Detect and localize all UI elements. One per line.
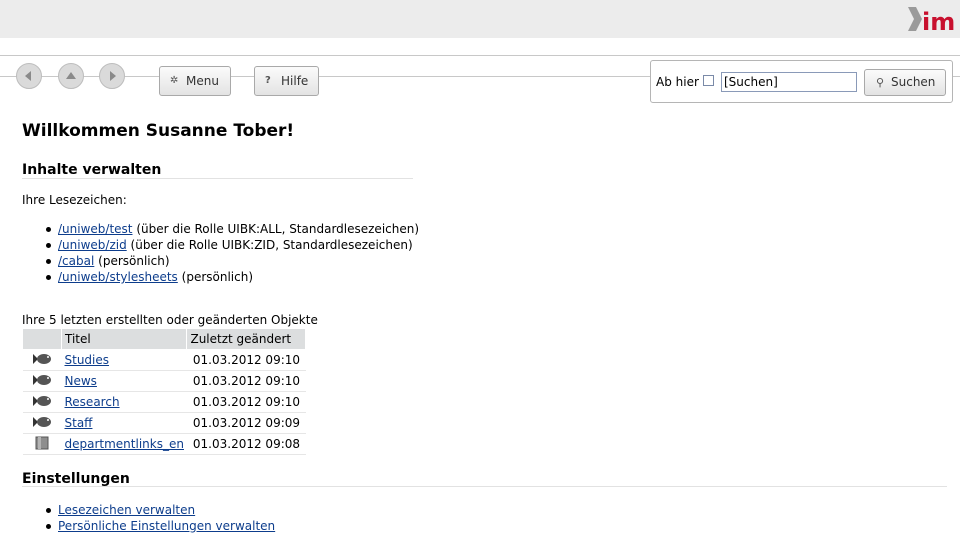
- object-date: 01.03.2012 09:10: [186, 349, 306, 371]
- back-button[interactable]: [16, 63, 42, 89]
- table-row: Studies 01.03.2012 09:10: [22, 349, 306, 371]
- object-title-link[interactable]: Studies: [65, 353, 110, 367]
- search-input[interactable]: [721, 72, 857, 92]
- table-row: departmentlinks_en 01.03.2012 09:08: [22, 433, 306, 455]
- ims-logo: ims: [908, 7, 956, 35]
- bookmark-item: /cabal (persönlich): [40, 253, 419, 269]
- search-icon: ⚲: [876, 76, 885, 89]
- table-row: News 01.03.2012 09:10: [22, 370, 306, 392]
- settings-item: Persönliche Einstellungen verwalten: [40, 518, 275, 534]
- recent-caption: Ihre 5 letzten erstellten oder geänderte…: [22, 313, 318, 327]
- bookmark-link[interactable]: /uniweb/zid: [58, 238, 127, 252]
- search-scope-label: Ab hier: [656, 75, 699, 89]
- object-title-link[interactable]: News: [65, 374, 97, 388]
- toolbar-line-end: [952, 76, 960, 77]
- fish-icon: [22, 370, 62, 392]
- toolbar-line: [0, 76, 652, 77]
- bookmark-note: (persönlich): [98, 254, 170, 268]
- bookmark-item: /uniweb/test (über die Rolle UIBK:ALL, S…: [40, 221, 419, 237]
- gear-icon: ✲: [170, 75, 179, 86]
- folder-icon: [22, 433, 62, 455]
- search-panel: Ab hier ⚲ Suchen: [650, 60, 953, 103]
- bookmark-item: /uniweb/stylesheets (persönlich): [40, 269, 419, 285]
- table-row: Staff 01.03.2012 09:09: [22, 412, 306, 434]
- bookmark-link[interactable]: /cabal: [58, 254, 94, 268]
- personal-settings-link[interactable]: Persönliche Einstellungen verwalten: [58, 519, 275, 533]
- object-title-link[interactable]: Staff: [65, 416, 93, 430]
- column-header-icon: [22, 328, 62, 350]
- bookmark-link[interactable]: /uniweb/stylesheets: [58, 270, 178, 284]
- settings-heading: Einstellungen: [22, 471, 130, 487]
- object-date: 01.03.2012 09:10: [186, 391, 306, 413]
- recent-objects-table: Titel Zuletzt geändert Studies 01.03.201…: [22, 328, 307, 455]
- question-icon: ?: [265, 75, 271, 86]
- menu-label: Menu: [186, 74, 219, 88]
- bookmark-link[interactable]: /uniweb/test: [58, 222, 133, 236]
- fish-icon: [22, 349, 62, 371]
- help-label: Hilfe: [281, 74, 309, 88]
- table-row: Research 01.03.2012 09:10: [22, 391, 306, 413]
- settings-list: Lesezeichen verwalten Persönliche Einste…: [40, 502, 275, 534]
- search-button-label: Suchen: [891, 75, 936, 89]
- page-title: Willkommen Susanne Tober!: [22, 121, 295, 141]
- bookmarks-intro: Ihre Lesezeichen:: [22, 193, 127, 207]
- menu-button[interactable]: ✲ Menu: [159, 66, 231, 96]
- bookmark-note: (persönlich): [181, 270, 254, 284]
- up-icon: [66, 72, 76, 79]
- content-heading: Inhalte verwalten: [22, 162, 162, 178]
- content-heading-rule: [22, 178, 413, 179]
- up-button[interactable]: [58, 63, 84, 89]
- settings-heading-rule: [22, 486, 947, 487]
- column-header-modified: Zuletzt geändert: [186, 328, 307, 350]
- forward-button[interactable]: [99, 63, 125, 89]
- object-date: 01.03.2012 09:09: [186, 412, 306, 434]
- bookmark-item: /uniweb/zid (über die Rolle UIBK:ZID, St…: [40, 237, 419, 253]
- settings-item: Lesezeichen verwalten: [40, 502, 275, 518]
- help-button[interactable]: ? Hilfe: [254, 66, 319, 96]
- svg-text:ims: ims: [922, 8, 956, 35]
- object-title-link[interactable]: Research: [65, 395, 120, 409]
- bookmark-list: /uniweb/test (über die Rolle UIBK:ALL, S…: [40, 221, 419, 285]
- object-date: 01.03.2012 09:08: [186, 433, 306, 455]
- bookmark-note: (über die Rolle UIBK:ALL, Standardleseze…: [136, 222, 420, 236]
- forward-icon: [110, 71, 116, 81]
- back-icon: [25, 71, 31, 81]
- search-scope-checkbox[interactable]: [703, 75, 714, 86]
- manage-bookmarks-link[interactable]: Lesezeichen verwalten: [58, 503, 195, 517]
- search-button[interactable]: ⚲ Suchen: [864, 69, 946, 96]
- object-date: 01.03.2012 09:10: [186, 370, 306, 392]
- fish-icon: [22, 412, 62, 434]
- top-bar: ims: [0, 0, 960, 38]
- object-title-link[interactable]: departmentlinks_en: [65, 437, 184, 451]
- column-header-title: Titel: [60, 328, 188, 350]
- divider-top: [0, 55, 960, 56]
- fish-icon: [22, 391, 62, 413]
- bookmark-note: (über die Rolle UIBK:ZID, Standardleseze…: [130, 238, 413, 252]
